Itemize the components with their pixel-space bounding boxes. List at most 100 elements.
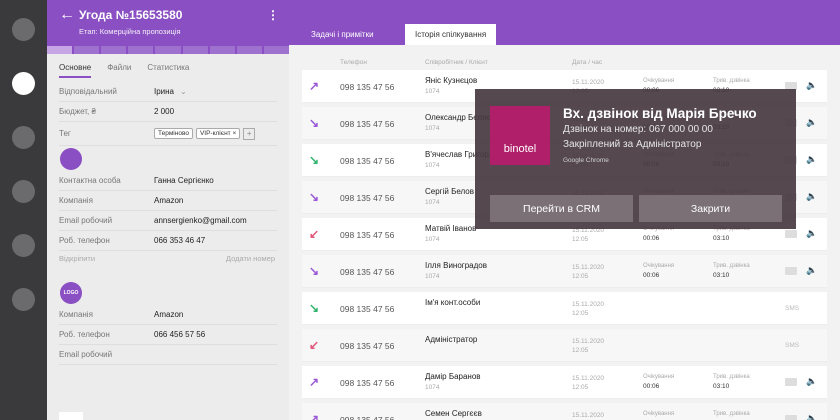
call-phone[interactable]: 098 135 47 56 <box>340 415 394 420</box>
call-extension: 1074 <box>425 384 440 391</box>
popup-title: Вх. дзвінок від Марія Бречко <box>563 106 757 121</box>
call-contact-name[interactable]: Дамір Баранов <box>425 372 481 381</box>
stage-segment[interactable] <box>236 46 262 54</box>
message-icon[interactable] <box>785 378 797 386</box>
rail-button[interactable] <box>12 18 35 41</box>
stage-segment[interactable] <box>74 46 100 54</box>
duration-label: Трив. дзвінка <box>713 374 750 380</box>
call-phone[interactable]: 098 135 47 56 <box>340 304 394 314</box>
volume-icon[interactable]: 🔈 <box>806 191 817 202</box>
call-date: 15.11.2020 <box>572 301 605 308</box>
phone-value[interactable]: 066 456 57 56 <box>154 330 205 339</box>
company-value[interactable]: Amazon <box>154 310 183 319</box>
tag-chip[interactable]: Терміново <box>154 128 193 139</box>
call-extension: 1074 <box>425 236 440 243</box>
call-contact-name[interactable]: Яніс Кузнєцов <box>425 76 477 85</box>
call-date: 15.11.2020 <box>572 79 605 86</box>
contact-avatar[interactable] <box>60 148 82 170</box>
wait-label: Очікування <box>643 374 675 380</box>
call-contact-name[interactable]: Адміністратор <box>425 335 477 344</box>
tab-stats[interactable]: Статистика <box>147 63 189 78</box>
go-to-crm-button[interactable]: Перейти в CRM <box>490 195 633 222</box>
email-value[interactable]: annsergienko@gmail.com <box>154 216 247 225</box>
stage-segment[interactable] <box>155 46 181 54</box>
call-date: 15.11.2020 <box>572 412 605 419</box>
stage-segment[interactable] <box>209 46 235 54</box>
col-phone: Телефон <box>340 59 367 66</box>
volume-icon[interactable]: 🔈 <box>806 376 817 387</box>
tab-tasks[interactable]: Задачі і примітки <box>301 24 384 45</box>
stage-segment[interactable] <box>263 46 289 54</box>
wait-value: 00:06 <box>643 272 660 279</box>
add-tag-button[interactable]: + <box>243 127 256 140</box>
company-value[interactable]: Amazon <box>154 196 183 205</box>
call-row[interactable]: ↘ 098 135 47 56 Ім'я конт.особи 15.11.2020 1… <box>302 292 827 325</box>
tab-history[interactable]: Історія спілкування <box>405 24 497 45</box>
call-contact-name[interactable]: Сергій Белов <box>425 187 474 196</box>
call-phone[interactable]: 098 135 47 56 <box>340 267 394 277</box>
field-company2: Компанія Amazon <box>59 305 277 325</box>
company-logo[interactable]: LOGO <box>60 282 82 304</box>
call-phone[interactable]: 098 135 47 56 <box>340 156 394 166</box>
arrow-left-icon[interactable]: ← <box>59 6 75 24</box>
wait-label: Очікування <box>643 78 675 84</box>
rail-button[interactable] <box>12 126 35 149</box>
budget-input[interactable]: 2 000 <box>154 107 174 116</box>
contact-name[interactable]: Ганна Сергієнко <box>154 176 214 185</box>
field-label: Компанія <box>59 196 93 205</box>
deal-tabs: Основне Файли Статистика <box>59 63 189 78</box>
message-icon[interactable] <box>785 415 797 420</box>
call-contact-name[interactable]: Семен Сергєєв <box>425 409 482 418</box>
tag-chip[interactable]: VIP-клієнт × <box>195 128 241 139</box>
call-extension: 1074 <box>425 199 440 206</box>
call-direction-icon: ↙ <box>309 338 320 352</box>
rail-button[interactable] <box>12 180 35 203</box>
call-row[interactable]: ↘ 098 135 47 56 Ілля Виноградов 1074 15.11.2… <box>302 255 827 288</box>
volume-icon[interactable]: 🔈 <box>806 228 817 239</box>
field-label: Email робочий <box>59 216 113 225</box>
popup-assigned: Закріплений за Адміністратор <box>563 139 702 150</box>
volume-icon[interactable]: 🔈 <box>806 413 817 420</box>
close-icon[interactable]: × <box>232 130 236 137</box>
message-icon[interactable] <box>785 230 797 238</box>
call-contact-name[interactable]: Матвій Іванов <box>425 224 476 233</box>
rail-button[interactable] <box>12 234 35 257</box>
responsible-select[interactable]: Ірина <box>154 87 174 96</box>
message-icon[interactable] <box>785 267 797 275</box>
stage-segment[interactable] <box>101 46 127 54</box>
call-date: 15.11.2020 <box>572 375 605 382</box>
tab-main[interactable]: Основне <box>59 63 92 78</box>
tab-files[interactable]: Файли <box>107 63 131 78</box>
call-phone[interactable]: 098 135 47 56 <box>340 119 394 129</box>
stage-segment[interactable] <box>182 46 208 54</box>
stage-segment[interactable] <box>47 46 73 54</box>
call-row[interactable]: ↗098 135 47 56Семен Сергєєв107415.11.202… <box>302 403 827 420</box>
duration-value: 03:10 <box>713 383 730 390</box>
call-direction-icon: ↗ <box>309 79 320 93</box>
call-row[interactable]: ↙ 098 135 47 56 Адміністратор 15.11.2020 12:… <box>302 329 827 362</box>
call-phone[interactable]: 098 135 47 56 <box>340 341 394 351</box>
call-phone[interactable]: 098 135 47 56 <box>340 378 394 388</box>
volume-icon[interactable]: 🔈 <box>806 265 817 276</box>
deal-title: Угода №15653580 <box>79 8 183 22</box>
call-contact-name[interactable]: Ілля Виноградов <box>425 261 487 270</box>
detach-link[interactable]: Відкріпити <box>59 254 95 263</box>
kebab-icon[interactable]: ⋮ <box>267 8 279 22</box>
chevron-down-icon[interactable]: ⌄ <box>180 87 187 96</box>
stage-segment[interactable] <box>128 46 154 54</box>
volume-icon[interactable]: 🔈 <box>806 117 817 128</box>
volume-icon[interactable]: 🔈 <box>806 154 817 165</box>
rail-button[interactable] <box>12 288 35 311</box>
call-row[interactable]: ↗ 098 135 47 56 Дамір Баранов 1074 15.11.202… <box>302 366 827 399</box>
phone-value[interactable]: 066 353 46 47 <box>154 236 205 245</box>
volume-icon[interactable]: 🔈 <box>806 80 817 91</box>
duration-label: Трив. дзвінка <box>713 411 750 417</box>
add-number-link[interactable]: Додати номер <box>226 254 275 263</box>
wait-value: 00:06 <box>643 235 660 242</box>
rail-button-active[interactable] <box>12 72 35 95</box>
call-phone[interactable]: 098 135 47 56 <box>340 193 394 203</box>
close-popup-button[interactable]: Закрити <box>639 195 782 222</box>
call-phone[interactable]: 098 135 47 56 <box>340 230 394 240</box>
call-phone[interactable]: 098 135 47 56 <box>340 82 394 92</box>
call-contact-name[interactable]: Ім'я конт.особи <box>425 298 480 307</box>
